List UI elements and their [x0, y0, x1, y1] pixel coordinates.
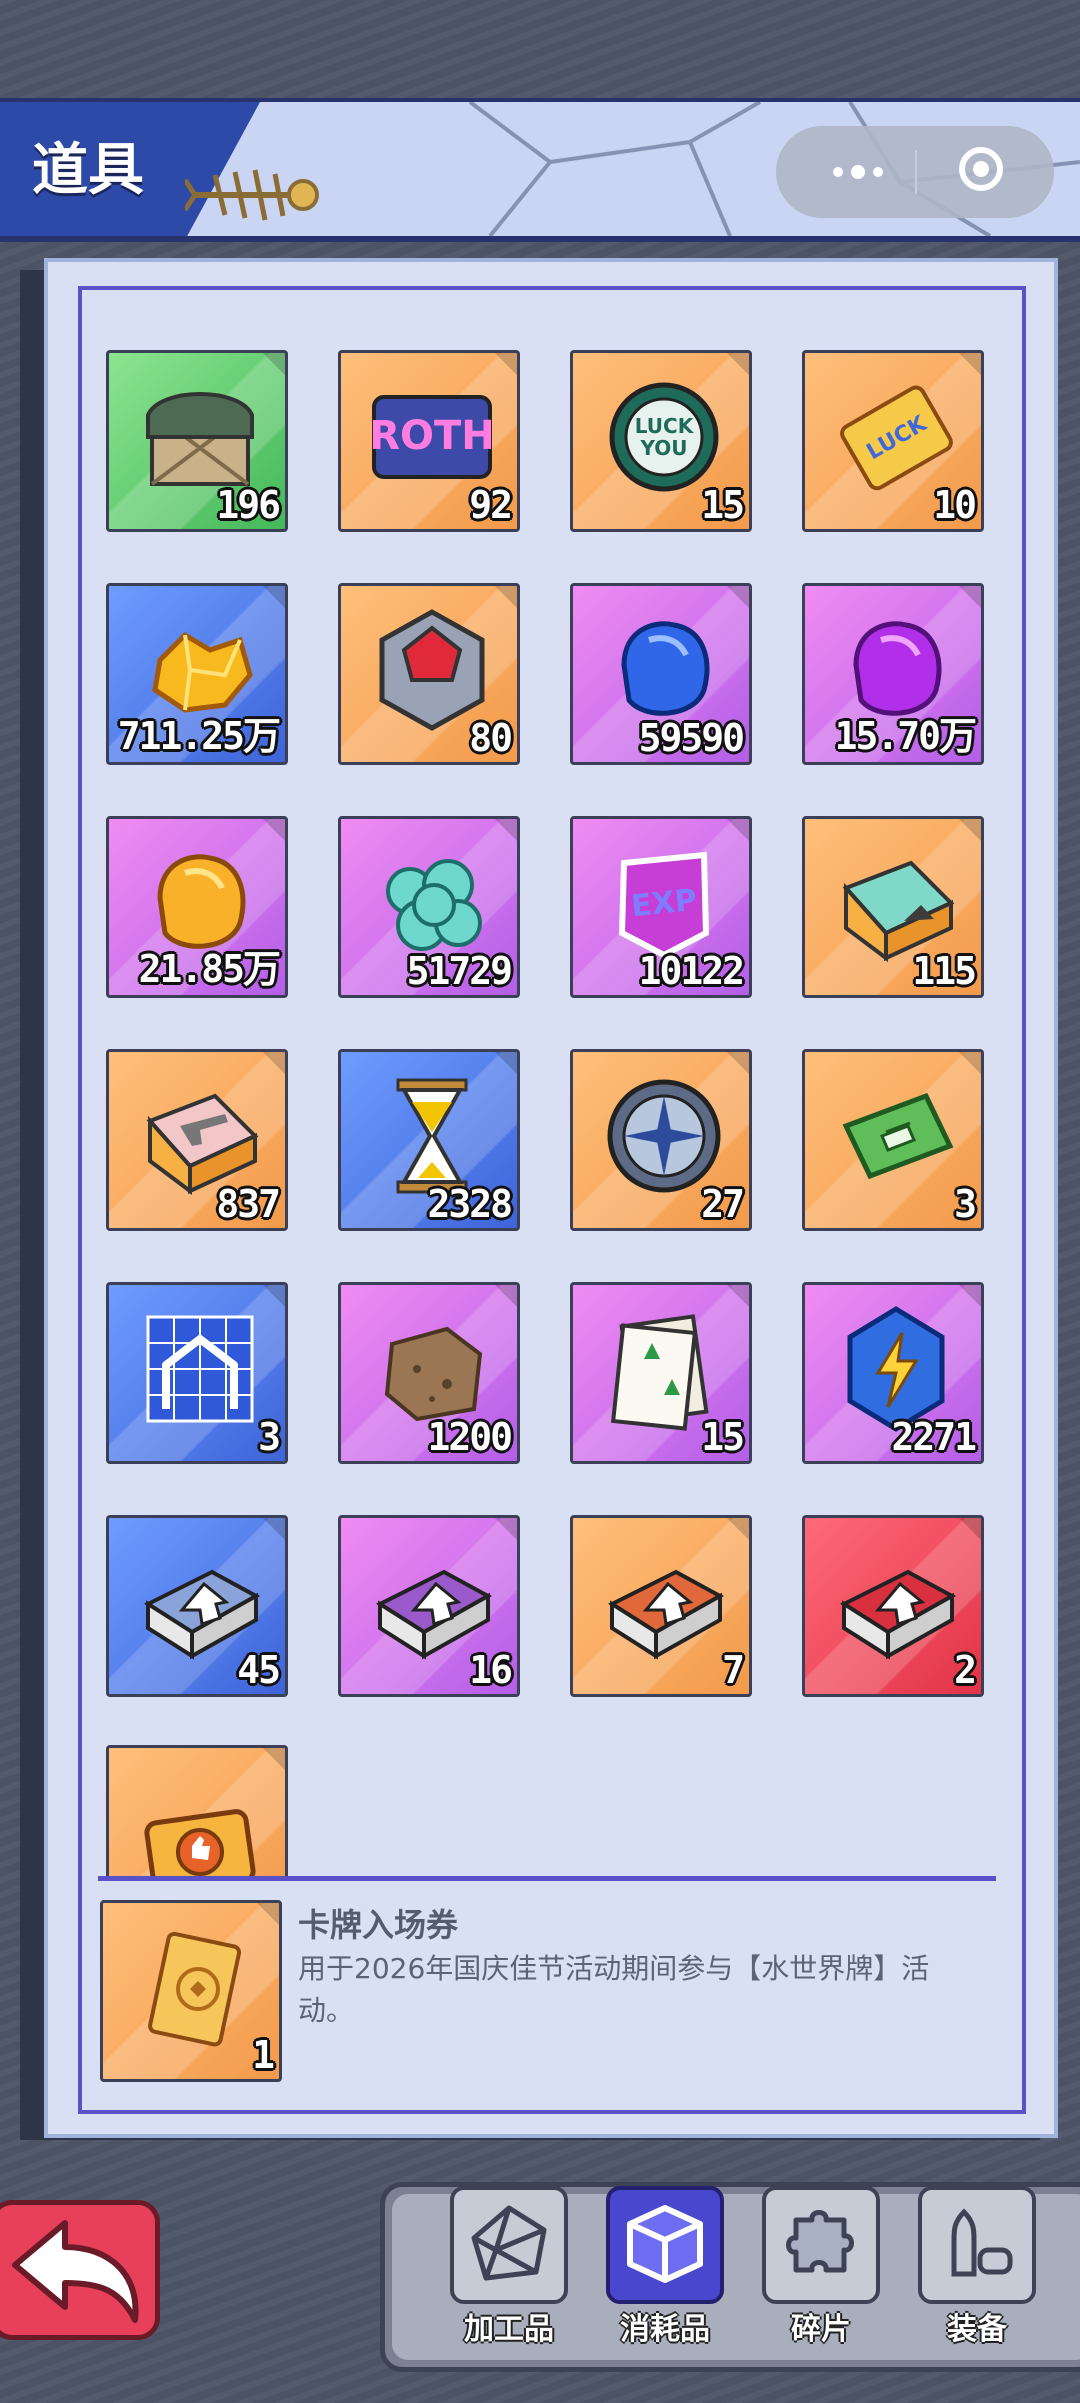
item-slot[interactable]: 3 — [106, 1282, 288, 1464]
item-slot[interactable]: 1200 — [338, 1282, 520, 1464]
partial-item-row — [106, 1745, 288, 1877]
item-slot[interactable]: 80 — [338, 583, 520, 765]
selected-item-slot[interactable]: 1 — [100, 1900, 282, 2082]
item-slot[interactable]: LUCK 10 — [802, 350, 984, 532]
page-title: 道具 — [32, 138, 144, 203]
item-slot[interactable]: 45 — [106, 1515, 288, 1697]
item-quantity: 51729 — [406, 949, 513, 993]
item-slot[interactable]: 51729 — [338, 816, 520, 998]
svg-text:EXP: EXP — [630, 883, 699, 925]
item-slot[interactable]: 3 — [802, 1049, 984, 1231]
card-ticket-icon — [148, 1931, 242, 2047]
upgrade-book-red-icon — [839, 1569, 957, 1660]
item-quantity: 196 — [216, 483, 281, 527]
item-quantity: 15.70万 — [834, 714, 977, 758]
svg-text:ROTH: ROTH — [369, 413, 495, 459]
item-slot[interactable]: 59590 — [570, 583, 752, 765]
selected-item-description: 用于2026年国庆佳节活动期间参与【水世界牌】活动。 — [298, 1952, 930, 2027]
tab-label: 装备 — [947, 2312, 1007, 2347]
back-arrow-icon — [12, 2220, 139, 2323]
item-slot[interactable]: 2 — [802, 1515, 984, 1697]
item-slot[interactable]: 27 — [570, 1049, 752, 1231]
item-slot[interactable]: 2271 — [802, 1282, 984, 1464]
item-quantity: 15 — [701, 1415, 745, 1459]
item-quantity: 837 — [216, 1182, 281, 1226]
item-quantity: 115 — [912, 949, 977, 993]
item-slot[interactable]: 837 — [106, 1049, 288, 1231]
item-quantity: 45 — [237, 1648, 281, 1692]
item-slot[interactable]: EXP 10122 — [570, 816, 752, 998]
upgrade-book-orange-icon — [607, 1569, 725, 1660]
item-slot[interactable]: LUCK YOU 15 — [570, 350, 752, 532]
blueprint-house-icon — [146, 1315, 254, 1423]
item-slot[interactable]: 7 — [570, 1515, 752, 1697]
tab-label: 消耗品 — [620, 2312, 710, 2347]
svg-text:YOU: YOU — [639, 436, 687, 460]
svg-text:LUCK: LUCK — [635, 414, 695, 438]
cube-icon — [627, 2205, 703, 2283]
item-quantity: 3 — [954, 1182, 977, 1226]
item-slot[interactable]: ROTH 92 — [338, 350, 520, 532]
selected-item-quantity: 1 — [252, 2033, 275, 2077]
tab-label: 加工品 — [464, 2312, 554, 2347]
selected-item-name: 卡牌入场券 — [298, 1906, 459, 1944]
polyhedron-icon — [471, 2205, 547, 2281]
item-quantity: 59590 — [638, 716, 745, 760]
item-quantity: 711.25万 — [117, 714, 281, 758]
bullets-icon — [951, 2208, 1013, 2277]
bank-cash-icon — [842, 1092, 954, 1180]
item-quantity: 10 — [933, 483, 977, 527]
more-menu-button[interactable] — [810, 126, 905, 218]
item-quantity: 27 — [701, 1182, 745, 1226]
item-quantity: 2 — [954, 1648, 977, 1692]
item-slot[interactable]: 15 — [570, 1282, 752, 1464]
item-slot[interactable]: 196 — [106, 350, 288, 532]
tab-processed-goods[interactable]: 加工品 — [444, 2186, 574, 2347]
item-slot[interactable]: 115 — [802, 816, 984, 998]
item-quantity: 10122 — [638, 949, 745, 993]
item-quantity: 2328 — [427, 1182, 513, 1226]
item-quantity: 7 — [722, 1648, 745, 1692]
item-quantity: 16 — [469, 1648, 513, 1692]
tab-equipment[interactable]: 装备 — [912, 2186, 1042, 2347]
item-quantity: 1200 — [427, 1415, 513, 1459]
item-quantity: 21.85万 — [138, 947, 281, 991]
detail-divider — [98, 1876, 996, 1881]
tab-fragments[interactable]: 碎片 — [756, 2186, 886, 2347]
item-quantity: 3 — [258, 1415, 281, 1459]
capsule-divider — [915, 150, 917, 194]
item-quantity: 92 — [469, 483, 513, 527]
thumbs-up-ticket-icon — [144, 1809, 256, 1877]
puzzle-piece-icon — [786, 2210, 854, 2273]
item-slot[interactable]: 21.85万 — [106, 816, 288, 998]
item-slot[interactable]: 15.70万 — [802, 583, 984, 765]
item-slot[interactable]: 16 — [338, 1515, 520, 1697]
item-slot-thumbs-up-ticket[interactable] — [106, 1745, 288, 1877]
back-button[interactable] — [0, 2200, 160, 2340]
item-slot[interactable]: 711.25万 — [106, 583, 288, 765]
tab-label: 碎片 — [791, 2312, 851, 2347]
item-quantity: 2271 — [891, 1415, 977, 1459]
item-quantity: 80 — [469, 716, 513, 760]
item-slot[interactable]: 2328 — [338, 1049, 520, 1231]
item-quantity: 15 — [701, 483, 745, 527]
close-target-icon[interactable] — [958, 146, 1004, 192]
fish-bone-icon — [185, 169, 319, 221]
tab-consumables[interactable]: 消耗品 — [600, 2186, 730, 2347]
